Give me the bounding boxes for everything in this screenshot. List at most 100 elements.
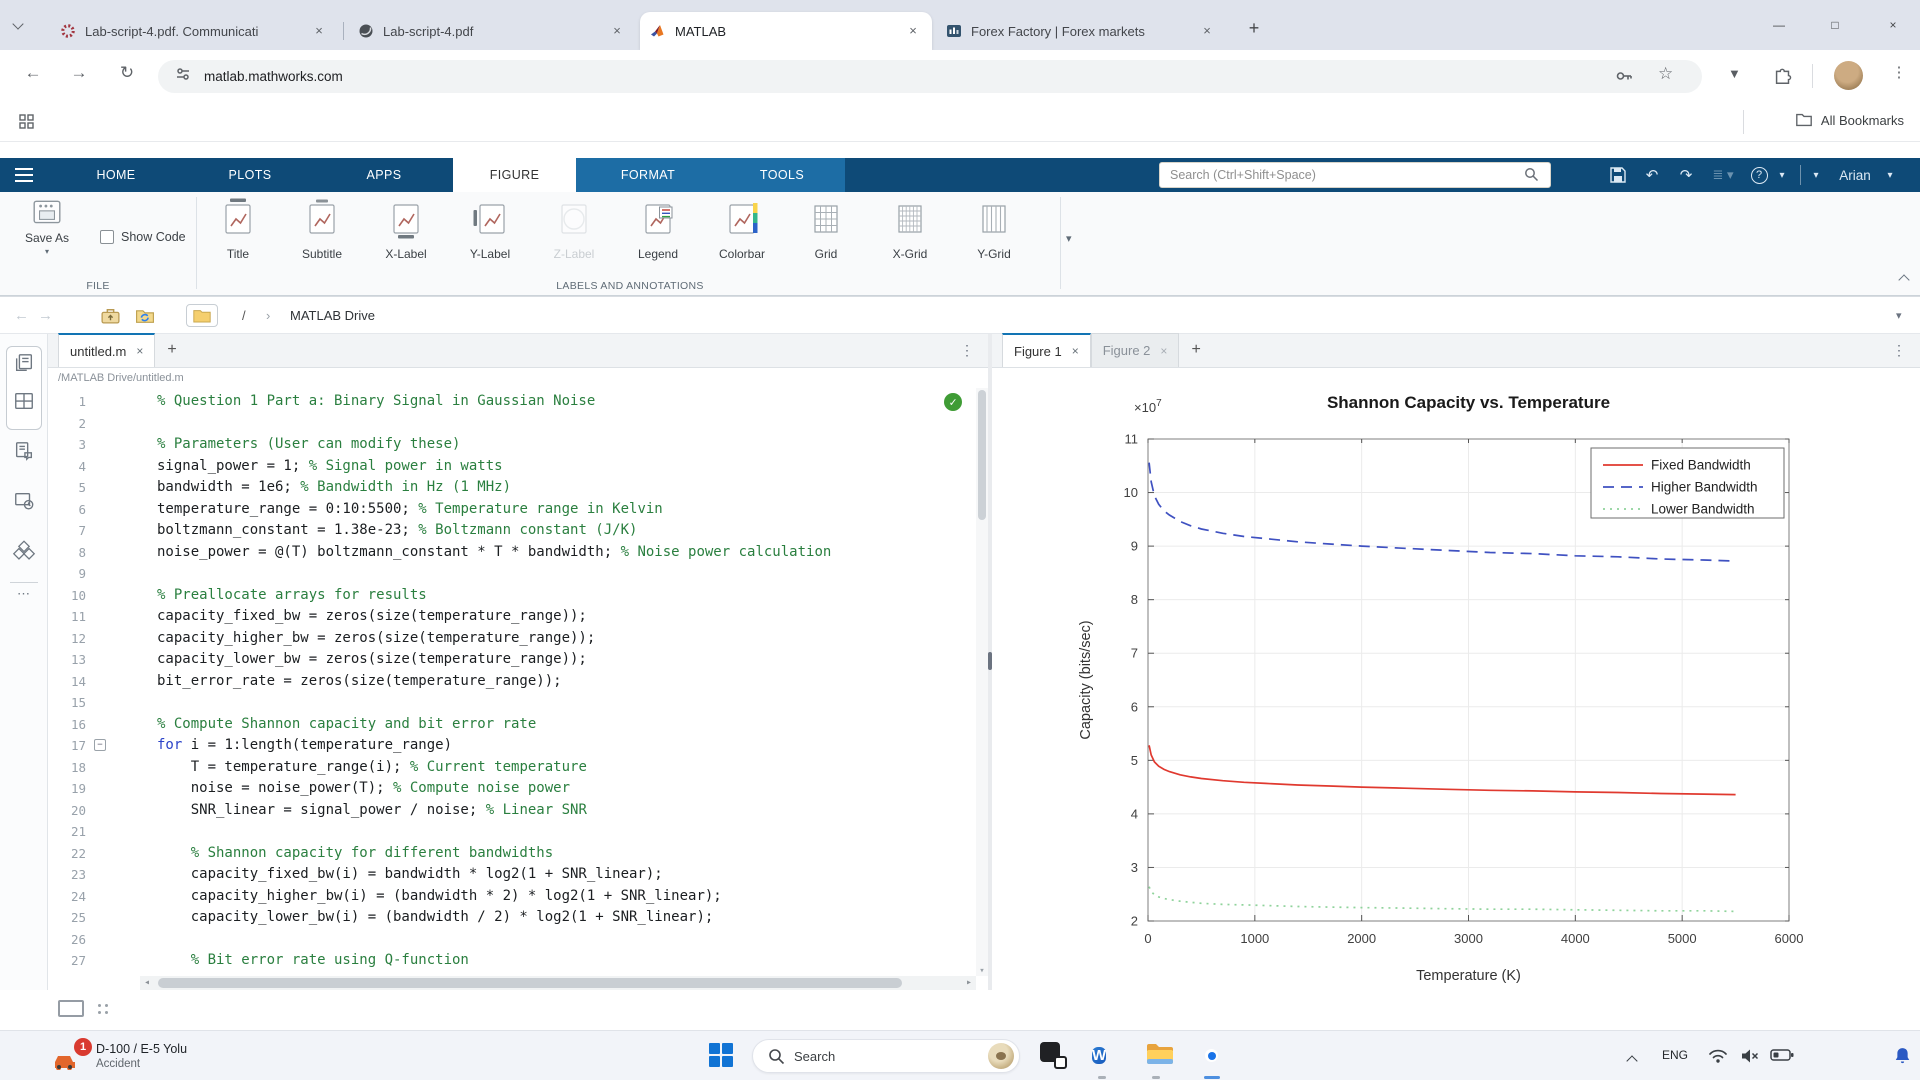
sidebar-more-icon[interactable]: ⋯ (17, 586, 30, 602)
tab-close-icon[interactable]: × (1160, 344, 1167, 358)
code-line[interactable]: 13capacity_lower_bw = zeros(size(tempera… (48, 649, 988, 671)
undo-icon[interactable]: ↶ (1638, 158, 1666, 192)
figure-tab[interactable]: Figure 1× (1002, 333, 1091, 367)
tab-close-icon[interactable]: × (1072, 344, 1079, 358)
apps-grid-icon[interactable] (18, 113, 36, 136)
code-editor[interactable]: 1% Question 1 Part a: Binary Signal in G… (48, 388, 988, 990)
figure-canvas[interactable]: 0100020003000400050006000234567891011Sha… (992, 368, 1920, 990)
user-name[interactable]: Arian (1830, 158, 1880, 192)
code-line[interactable]: 20 SNR_linear = signal_power / noise; % … (48, 800, 988, 822)
xgrid-button[interactable]: X-Grid (874, 197, 946, 279)
volume-muted-icon[interactable] (1740, 1048, 1760, 1069)
scroll-left-icon[interactable]: ◂ (144, 977, 150, 988)
code-line[interactable]: 16% Compute Shannon capacity and bit err… (48, 714, 988, 736)
collapse-ribbon-icon[interactable] (1900, 271, 1908, 289)
taskbar-search-box[interactable]: Search (752, 1039, 1020, 1073)
wifi-icon[interactable] (1708, 1048, 1728, 1069)
ylabel-button[interactable]: Y-Label (454, 197, 526, 279)
new-figure-button[interactable]: + (1179, 333, 1212, 367)
toolstrip-more-chevron-icon[interactable]: ▾ (1066, 232, 1072, 245)
code-line[interactable]: 9 (48, 563, 988, 585)
code-line[interactable]: 3% Parameters (User can modify these) (48, 434, 988, 456)
ribbon-tab-plots[interactable]: PLOTS (183, 158, 317, 192)
checkbox-box[interactable] (100, 230, 114, 244)
task-view-button[interactable] (1040, 1042, 1067, 1074)
scrollbar-thumb[interactable] (158, 978, 902, 988)
code-line[interactable]: 7boltzmann_constant = 1.38e-23; % Boltzm… (48, 520, 988, 542)
editor-horizontal-scrollbar[interactable]: ◂ ▸ (140, 976, 976, 990)
window-maximize-button[interactable]: □ (1808, 0, 1862, 50)
file-explorer-button[interactable] (1146, 1042, 1174, 1071)
site-info-icon[interactable] (174, 65, 192, 88)
save-as-button[interactable]: Save As ▾ (8, 197, 86, 281)
code-line[interactable]: 14bit_error_rate = zeros(size(temperatur… (48, 671, 988, 693)
title-button[interactable]: Title (202, 197, 274, 279)
tab-close-icon[interactable]: × (310, 22, 328, 40)
code-line[interactable]: 1% Question 1 Part a: Binary Signal in G… (48, 391, 988, 413)
new-file-button[interactable]: + (155, 333, 188, 367)
address-bar[interactable]: matlab.mathworks.com (158, 60, 1702, 93)
code-line[interactable]: 19 noise = noise_power(T); % Compute noi… (48, 778, 988, 800)
ribbon-tab-apps[interactable]: APPS (317, 158, 451, 192)
notification-bell-icon[interactable] (1893, 1046, 1912, 1071)
word-app-button[interactable]: W (1092, 1042, 1106, 1069)
battery-low-icon[interactable] (1770, 1048, 1794, 1067)
hamburger-menu-icon[interactable] (14, 167, 34, 188)
user-chevron-icon[interactable]: ▾ (1882, 158, 1898, 192)
code-line[interactable]: 15 (48, 692, 988, 714)
editor-vertical-scrollbar[interactable]: ▾ (976, 388, 988, 976)
code-line[interactable]: 23 capacity_fixed_bw(i) = bandwidth * lo… (48, 864, 988, 886)
tab-close-icon[interactable]: × (1198, 22, 1216, 40)
weather-news-widget[interactable]: 1 D-100 / E-5 Yolu Accident (50, 1031, 187, 1080)
ribbon-tab-format[interactable]: FORMAT (583, 158, 713, 192)
figure-menu-kebab-icon[interactable]: ⋮ (1892, 342, 1906, 359)
minimized-panel-icon[interactable] (58, 1000, 84, 1017)
preview-panel-icon[interactable] (13, 490, 35, 517)
browser-menu-kebab-icon[interactable]: ⋮ (1886, 63, 1912, 81)
help-chevron-icon[interactable]: ▾ (1774, 158, 1790, 192)
files-panel-icon[interactable] (13, 352, 35, 379)
ygrid-button[interactable]: Y-Grid (958, 197, 1030, 279)
code-fold-icon[interactable]: − (94, 739, 106, 751)
reload-icon[interactable]: ↻ (114, 63, 140, 83)
legend-button[interactable]: Legend (622, 197, 694, 279)
close-icon[interactable]: × (136, 344, 143, 358)
colorbar-button[interactable]: Colorbar (706, 197, 778, 279)
figure-tab[interactable]: Figure 2× (1091, 333, 1180, 367)
code-line[interactable]: 22 % Shannon capacity for different band… (48, 843, 988, 865)
tab-close-icon[interactable]: × (904, 22, 922, 40)
code-line[interactable]: 17−for i = 1:length(temperature_range) (48, 735, 988, 757)
hidden-icons-chevron-icon[interactable] (1628, 1052, 1636, 1070)
account-chevron-icon[interactable]: ▾ (1808, 158, 1824, 192)
code-line[interactable]: 11capacity_fixed_bw = zeros(size(tempera… (48, 606, 988, 628)
show-code-checkbox[interactable]: Show Code (100, 230, 186, 244)
ribbon-tab-figure[interactable]: FIGURE (453, 158, 576, 192)
bookmark-star-icon[interactable]: ☆ (1658, 64, 1673, 84)
redo-icon[interactable]: ↷ (1672, 158, 1700, 192)
code-line[interactable]: 24 capacity_higher_bw(i) = (bandwidth * … (48, 886, 988, 908)
grid-button[interactable]: Grid (790, 197, 862, 279)
code-line[interactable]: 25 capacity_lower_bw(i) = (bandwidth / 2… (48, 907, 988, 929)
breadcrumb-root[interactable]: / (242, 297, 246, 333)
start-button[interactable] (708, 1042, 734, 1073)
code-line[interactable]: 12capacity_higher_bw = zeros(size(temper… (48, 628, 988, 650)
editor-menu-kebab-icon[interactable]: ⋮ (960, 342, 974, 359)
sync-folder-icon[interactable] (134, 297, 156, 333)
language-indicator[interactable]: ENG (1662, 1048, 1688, 1062)
browser-tab[interactable]: Lab-script-4.pdf. Communicati× (50, 12, 338, 50)
password-key-icon[interactable] (1614, 66, 1634, 91)
upload-briefcase-icon[interactable] (100, 297, 121, 333)
window-minimize-button[interactable]: — (1752, 0, 1806, 50)
code-line[interactable]: 27 % Bit error rate using Q-function (48, 950, 988, 972)
workspace-cubes-panel-icon[interactable] (12, 540, 36, 567)
code-line[interactable]: 18 T = temperature_range(i); % Current t… (48, 757, 988, 779)
new-tab-button[interactable]: + (1240, 14, 1268, 42)
window-close-button[interactable]: × (1866, 0, 1920, 50)
code-line[interactable]: 5bandwidth = 1e6; % Bandwidth in Hz (1 M… (48, 477, 988, 499)
code-line[interactable]: 4signal_power = 1; % Signal power in wat… (48, 456, 988, 478)
browser-tab[interactable]: Lab-script-4.pdf× (348, 12, 636, 50)
code-line[interactable]: 26 (48, 929, 988, 951)
ribbon-tab-home[interactable]: HOME (49, 158, 183, 192)
scrollbar-thumb[interactable] (978, 390, 986, 520)
code-line[interactable]: 10% Preallocate arrays for results (48, 585, 988, 607)
